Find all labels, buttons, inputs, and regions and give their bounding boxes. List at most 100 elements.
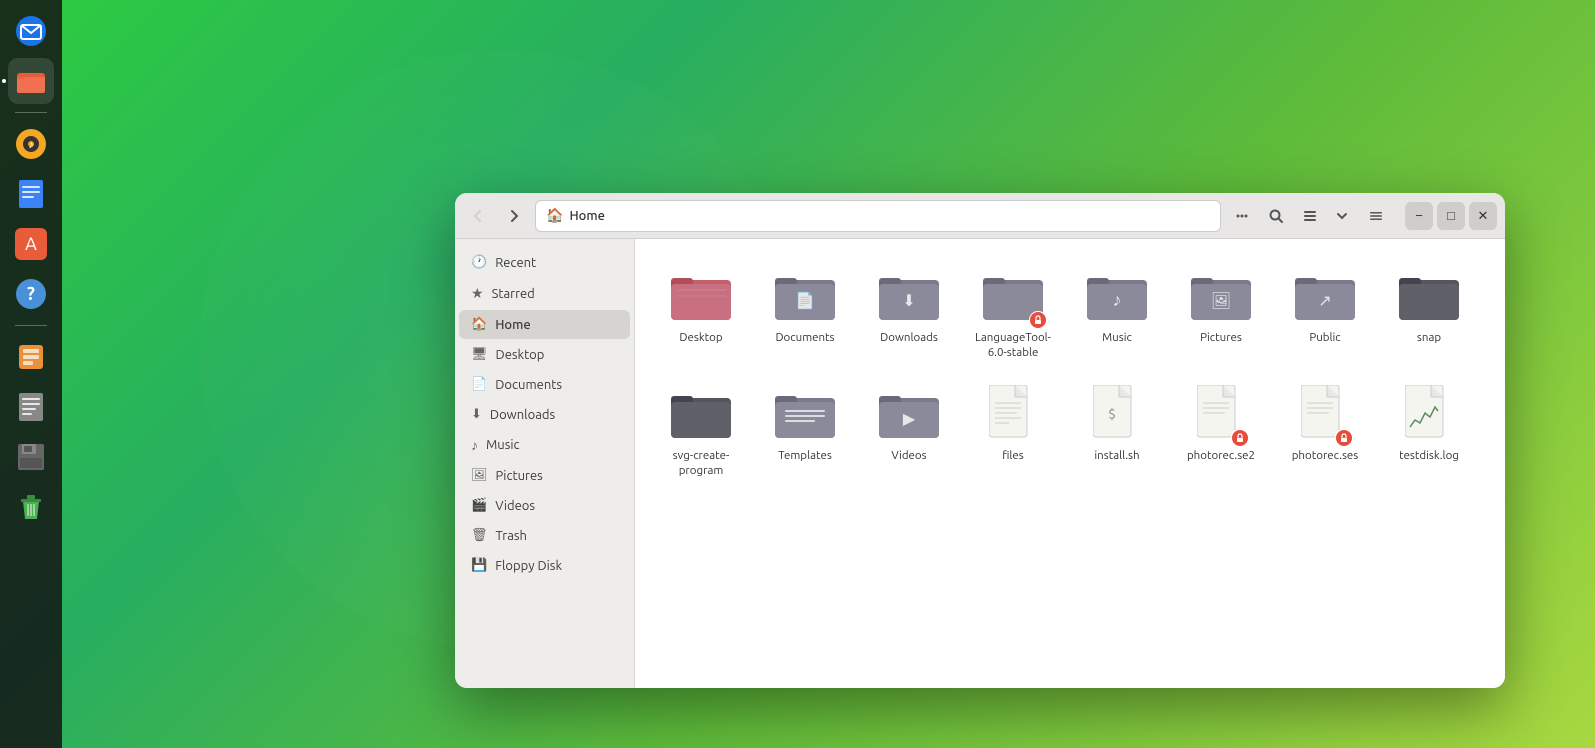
sidebar: 🕐 Recent ★ Starred 🏠 Home 🖥 Desktop 📄 Do… [455,239,635,688]
file-item-installsh[interactable]: $ install.sh [1067,373,1167,487]
sidebar-item-home[interactable]: 🏠 Home [459,310,630,339]
file-item-music[interactable]: ♪ Music [1067,255,1167,369]
sidebar-label-desktop: Desktop [496,348,545,362]
pictures-label: Pictures [1200,331,1242,346]
file-item-languagetool[interactable]: LanguageTool-6.0-stable [963,255,1063,369]
search-icon [1268,208,1284,224]
svgcreate-label: svg-create-program [655,449,747,479]
forward-button[interactable] [499,201,529,231]
testdisk-icon-wrapper [1397,381,1461,445]
text-file-icon [989,385,1037,441]
forward-icon [506,208,522,224]
dock-item-floppy[interactable] [8,434,54,480]
desktop-folder-icon-wrapper [669,263,733,327]
file-item-svgcreate[interactable]: svg-create-program [651,373,751,487]
address-bar[interactable]: 🏠 Home [535,200,1221,232]
sidebar-item-downloads[interactable]: ⬇ Downloads [459,400,630,429]
downloads-sidebar-icon: ⬇ [471,407,482,422]
minimize-button[interactable]: − [1405,202,1433,230]
file-item-downloads[interactable]: ⬇ Downloads [859,255,959,369]
file-item-desktop[interactable]: Desktop [651,255,751,369]
dock: ♪ A ? [0,0,62,748]
videos-label: Videos [891,449,926,464]
sidebar-item-recent[interactable]: 🕐 Recent [459,248,630,277]
dock-active-indicator [2,79,6,83]
back-button[interactable] [463,201,493,231]
svg-text:▶: ▶ [903,410,916,428]
pictures-folder-icon: 🖼 [1191,270,1251,320]
public-folder-icon-wrapper: ↗ [1293,263,1357,327]
svgcreate-folder-icon [671,388,731,438]
view-dropdown-button[interactable] [1327,201,1357,231]
svg-text:🖼: 🖼 [1211,292,1231,310]
dock-item-files[interactable] [8,58,54,104]
photorec2-lock-badge [1231,429,1249,447]
menu-dots-icon [1234,208,1250,224]
file-item-files[interactable]: files [963,373,1063,487]
file-item-public[interactable]: ↗ Public [1275,255,1375,369]
sidebar-item-floppy[interactable]: 💾 Floppy Disk [459,551,630,580]
options-button[interactable] [1361,201,1391,231]
dock-item-help[interactable]: ? [8,271,54,317]
writer-icon [15,178,47,210]
archive-icon [15,341,47,373]
email-icon [15,15,47,47]
menu-button[interactable] [1227,201,1257,231]
sidebar-item-videos[interactable]: 🎬 Videos [459,491,630,520]
file-grid: Desktop 📄 Documents [635,239,1505,688]
languagetool-folder-icon-wrapper [981,263,1045,327]
downloads-folder-icon-wrapper: ⬇ [877,263,941,327]
sidebar-item-starred[interactable]: ★ Starred [459,278,630,309]
documents-label: Documents [775,331,834,346]
snap-label: snap [1417,331,1441,346]
window-controls: − □ ✕ [1405,202,1497,230]
list-view-button[interactable] [1295,201,1325,231]
dock-item-texteditor[interactable] [8,384,54,430]
back-icon [470,208,486,224]
documents-sidebar-icon: 📄 [471,377,487,392]
sidebar-label-floppy: Floppy Disk [495,559,562,573]
dock-item-appstore[interactable]: A [8,221,54,267]
file-item-photorecses[interactable]: photorec.ses [1275,373,1375,487]
dock-item-archive[interactable] [8,334,54,380]
file-item-videos[interactable]: ▶ Videos [859,373,959,487]
documents-folder-icon: 📄 [775,270,835,320]
dock-item-trash[interactable] [8,484,54,530]
desktop-sidebar-icon: 🖥 [471,347,488,362]
file-item-templates[interactable]: Templates [755,373,855,487]
sidebar-item-documents[interactable]: 📄 Documents [459,370,630,399]
dock-item-sound[interactable]: ♪ [8,121,54,167]
sidebar-item-music[interactable]: ♪ Music [459,430,630,460]
sidebar-label-videos: Videos [495,499,535,513]
file-item-snap[interactable]: snap [1379,255,1479,369]
main-content: 🕐 Recent ★ Starred 🏠 Home 🖥 Desktop 📄 Do… [455,239,1505,688]
sidebar-item-pictures[interactable]: 🖼 Pictures [459,461,630,490]
templates-label: Templates [778,449,832,464]
svg-text:A: A [25,234,37,254]
dock-item-writer[interactable] [8,171,54,217]
sidebar-item-desktop[interactable]: 🖥 Desktop [459,340,630,369]
file-item-documents[interactable]: 📄 Documents [755,255,855,369]
videos-sidebar-icon: 🎬 [471,498,487,513]
file-item-pictures[interactable]: 🖼 Pictures [1171,255,1271,369]
videos-folder-icon-wrapper: ▶ [877,381,941,445]
close-button[interactable]: ✕ [1469,202,1497,230]
photorec2-icon-wrapper [1189,381,1253,445]
svgcreate-folder-icon-wrapper [669,381,733,445]
dock-item-email[interactable] [8,8,54,54]
maximize-button[interactable]: □ [1437,202,1465,230]
options-icon [1368,208,1384,224]
sidebar-item-trash[interactable]: 🗑 Trash [459,521,630,550]
search-button[interactable] [1261,201,1291,231]
sidebar-label-pictures: Pictures [496,469,543,483]
snap-folder-icon [1399,270,1459,320]
music-folder-icon-wrapper: ♪ [1085,263,1149,327]
pictures-sidebar-icon: 🖼 [471,468,488,483]
file-item-testdisk[interactable]: testdisk.log [1379,373,1479,487]
installsh-icon-wrapper: $ [1085,381,1149,445]
file-item-photorec2[interactable]: photorec.se2 [1171,373,1271,487]
sidebar-label-starred: Starred [492,287,535,301]
videos-folder-icon: ▶ [879,388,939,438]
appstore-icon: A [15,228,47,260]
music-folder-icon: ♪ [1087,270,1147,320]
